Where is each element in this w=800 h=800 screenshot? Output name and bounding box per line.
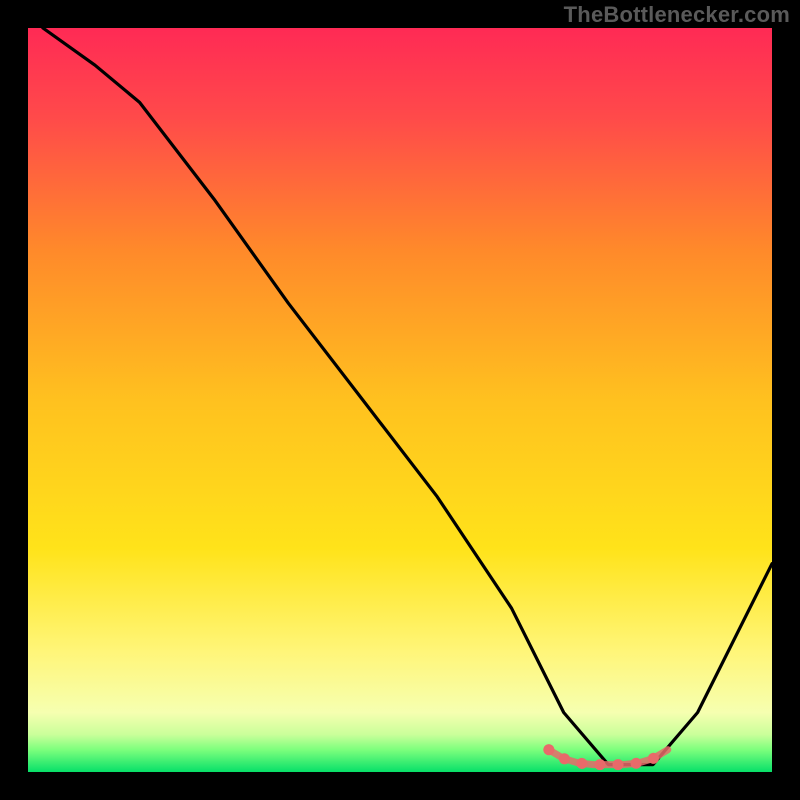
- chart-plot: [28, 28, 772, 772]
- watermark-text: TheBottlenecker.com: [564, 2, 790, 28]
- chart-frame: TheBottlenecker.com: [0, 0, 800, 800]
- chart-svg: [28, 28, 772, 772]
